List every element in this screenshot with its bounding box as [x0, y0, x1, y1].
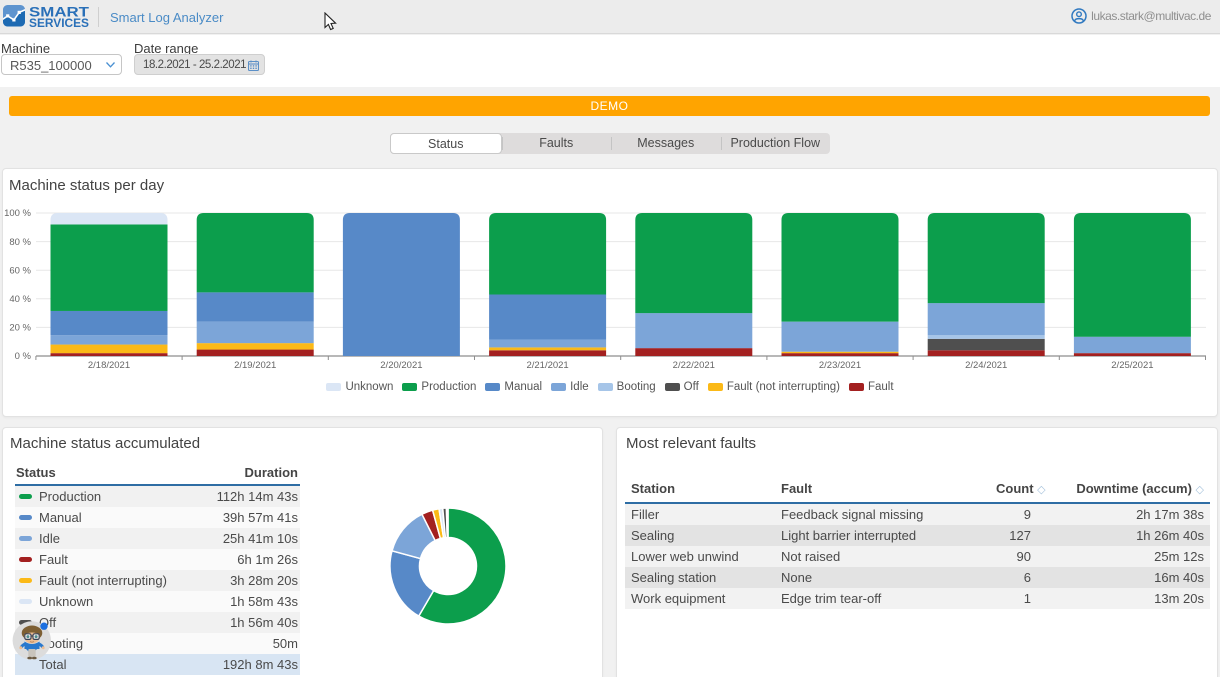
- svg-text:2/21/2021: 2/21/2021: [526, 360, 568, 371]
- svg-text:2/19/2021: 2/19/2021: [234, 360, 276, 371]
- svg-text:2/25/2021: 2/25/2021: [1111, 360, 1153, 371]
- svg-text:0 %: 0 %: [15, 351, 32, 362]
- svg-text:2/20/2021: 2/20/2021: [380, 360, 422, 371]
- svg-text:80 %: 80 %: [9, 237, 31, 248]
- svg-text:2/23/2021: 2/23/2021: [819, 360, 861, 371]
- svg-text:2/18/2021: 2/18/2021: [88, 360, 130, 371]
- svg-text:2/22/2021: 2/22/2021: [673, 360, 715, 371]
- svg-text:60 %: 60 %: [9, 265, 31, 276]
- svg-text:100 %: 100 %: [4, 208, 31, 219]
- svg-text:2/24/2021: 2/24/2021: [965, 360, 1007, 371]
- svg-text:20 %: 20 %: [9, 323, 31, 334]
- svg-text:40 %: 40 %: [9, 294, 31, 305]
